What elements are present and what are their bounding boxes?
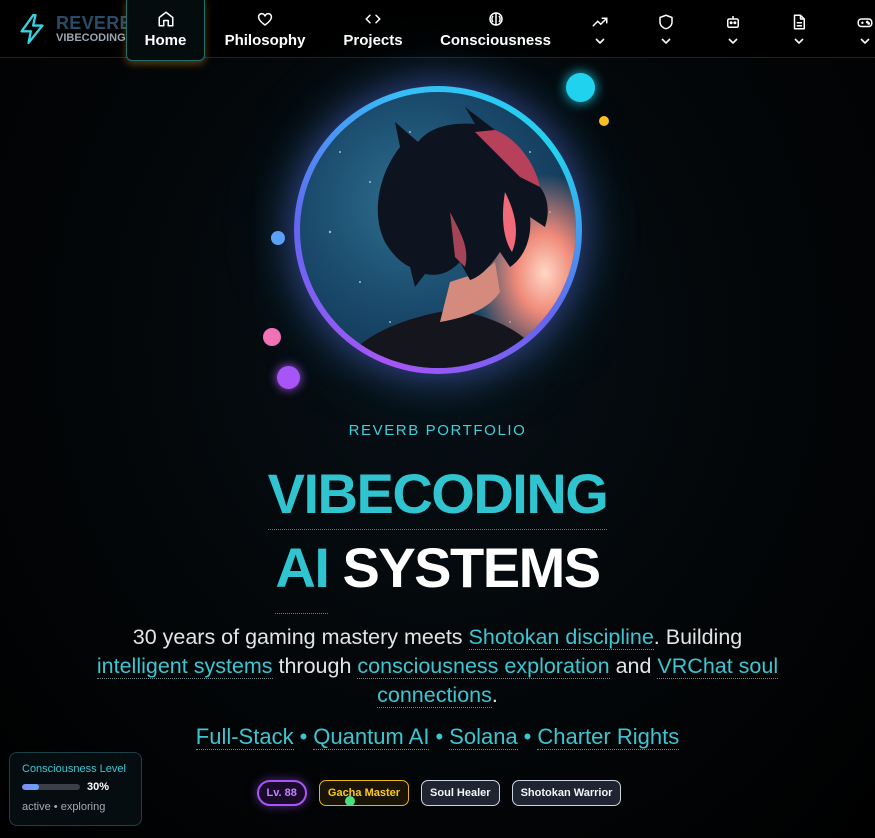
heart-icon — [257, 12, 273, 26]
code-icon — [365, 14, 381, 23]
avatar-illustration — [328, 107, 576, 368]
brand-subtitle: VIBECODING — [56, 32, 126, 44]
nav-dropdown-document[interactable] — [779, 0, 819, 58]
nav-consciousness[interactable]: Consciousness — [438, 0, 553, 58]
nav-dropdown-bot[interactable] — [713, 0, 753, 58]
hero-tags: Full-Stack • Quantum AI • Solana • Charter Rig… — [0, 724, 875, 750]
nav-dropdown-gamepad[interactable] — [845, 0, 875, 58]
avatar[interactable] — [300, 92, 576, 368]
nav-dropdown-trending[interactable] — [580, 0, 620, 58]
desc-text: through — [272, 654, 358, 678]
consciousness-percent: 30% — [87, 781, 110, 793]
bot-icon — [727, 16, 739, 28]
nav-home-label: Home — [144, 31, 187, 49]
tag-solana[interactable]: Solana — [449, 724, 518, 750]
decor-dot-blue — [271, 231, 285, 245]
consciousness-status: active • exploring — [22, 801, 106, 813]
hero-eyebrow: REVERB PORTFOLIO — [348, 422, 527, 439]
badge-gacha-master: Gacha Master — [318, 780, 410, 806]
consciousness-panel: Consciousness Level 30% active • explori… — [9, 752, 142, 826]
tag-separator: • — [299, 724, 308, 749]
chevron-down-icon — [794, 38, 804, 45]
home-icon — [158, 11, 173, 26]
tag-separator: • — [523, 724, 532, 749]
status-dot — [345, 796, 355, 806]
consciousness-progress-bar — [22, 784, 80, 790]
document-icon — [793, 14, 805, 30]
badge-soul-healer: Soul Healer — [421, 780, 500, 806]
link-consciousness[interactable]: consciousness exploration — [357, 654, 610, 679]
brain-icon — [488, 11, 503, 26]
nav-projects[interactable]: Projects — [339, 0, 407, 58]
tag-quantum-ai[interactable]: Quantum AI — [313, 724, 430, 750]
hero-description: 30 years of gaming mastery meets Shotoka… — [80, 623, 795, 710]
decor-dot-purple — [277, 366, 300, 389]
link-intelligent-systems[interactable]: intelligent systems — [96, 654, 273, 679]
decor-dot-yellow — [599, 116, 609, 126]
link-shotokan[interactable]: Shotokan discipline — [468, 625, 654, 650]
nav-dropdown-shield[interactable] — [646, 0, 686, 58]
desc-text: . Building — [653, 625, 743, 649]
chevron-down-icon — [661, 38, 671, 45]
nav-home[interactable]: Home — [126, 0, 205, 61]
hero-title-ai: AI — [275, 536, 330, 614]
brand-logo[interactable]: REVERB VIBECODING — [18, 14, 133, 44]
lightning-icon — [20, 14, 44, 44]
gamepad-icon — [857, 18, 873, 28]
desc-text: and — [609, 654, 658, 678]
level-badge: Lv. 88 — [256, 780, 307, 806]
consciousness-title: Consciousness Level — [22, 763, 126, 775]
badge-shotokan-warrior: Shotokan Warrior — [511, 780, 622, 806]
top-nav: REVERB VIBECODING Home Philosophy Projec… — [0, 0, 875, 61]
tag-fullstack[interactable]: Full-Stack — [195, 724, 294, 750]
decor-dot-pink — [263, 328, 281, 346]
tag-separator: • — [435, 724, 444, 749]
nav-consciousness-label: Consciousness — [440, 31, 551, 49]
trending-up-icon — [592, 17, 608, 27]
shield-icon — [659, 14, 673, 30]
consciousness-progress-fill — [22, 784, 40, 790]
nav-projects-label: Projects — [343, 31, 403, 49]
desc-text: 30 years of gaming mastery meets — [132, 625, 469, 649]
hero-title-systems: SYSTEMS — [342, 536, 601, 599]
hero-title-line1: VIBECODING — [0, 462, 875, 530]
brand-title: REVERB — [56, 13, 133, 33]
chevron-down-icon — [860, 38, 870, 45]
nav-philosophy[interactable]: Philosophy — [222, 0, 308, 58]
tag-charter-rights[interactable]: Charter Rights — [537, 724, 680, 750]
chevron-down-icon — [728, 38, 738, 45]
desc-text: . — [491, 683, 498, 707]
chevron-down-icon — [595, 38, 605, 45]
avatar-ring — [294, 86, 582, 374]
decor-dot-cyan — [566, 73, 595, 102]
hero-title-line2: AI SYSTEMS — [0, 536, 875, 614]
hero-title-vibecoding: VIBECODING — [267, 462, 609, 530]
nav-philosophy-label: Philosophy — [224, 31, 306, 49]
